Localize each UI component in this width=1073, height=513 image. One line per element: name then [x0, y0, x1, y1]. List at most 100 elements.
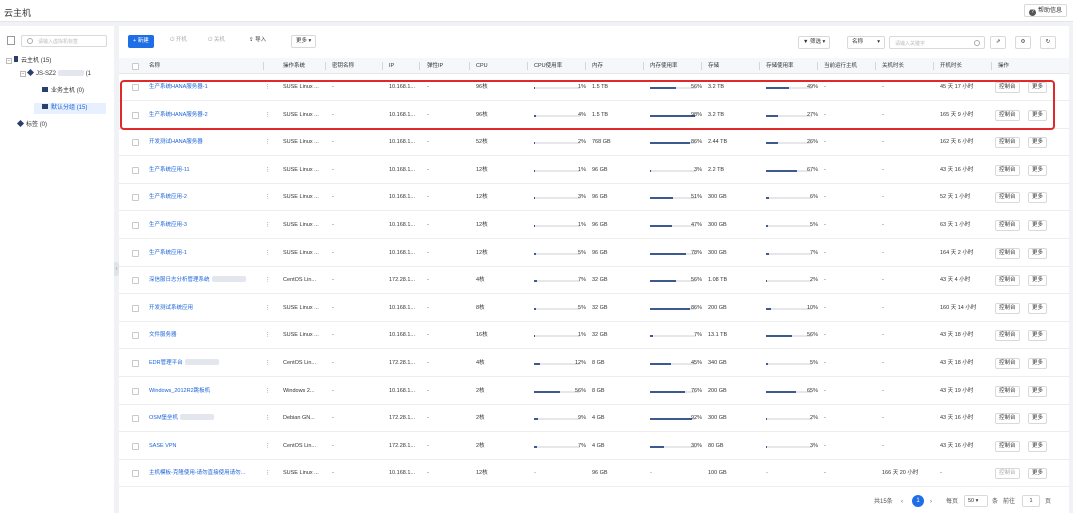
row-menu-icon[interactable]: ⋮ — [265, 295, 271, 322]
row-menu-icon[interactable]: ⋮ — [265, 350, 271, 377]
tree-item-default-group[interactable]: 默认分组 (15) — [34, 103, 106, 114]
console-button[interactable]: 控制台 — [995, 275, 1020, 287]
console-button[interactable]: 控制台 — [995, 302, 1020, 314]
host-name-link[interactable]: 生产系统HANA服务器-2 — [149, 102, 259, 129]
more-actions-button[interactable]: 更多 — [1028, 192, 1048, 204]
host-name-link[interactable]: Windows_2012R2跳板机 — [149, 378, 259, 405]
row-menu-icon[interactable]: ⋮ — [265, 129, 271, 156]
row-menu-icon[interactable]: ⋮ — [265, 267, 271, 294]
table-row[interactable]: 主机模板-克隆使用-请勿直接使用请勿... ⋮ SUSE Linux ... - 10.… — [119, 460, 1069, 488]
import-button[interactable]: ⇪ 导入 — [245, 35, 271, 48]
row-checkbox[interactable] — [132, 111, 139, 119]
row-checkbox[interactable] — [132, 332, 139, 340]
more-actions-button[interactable]: 更多 — [1028, 275, 1048, 287]
table-row[interactable]: 生产系统应用-2 ⋮ SUSE Linux ... - 10.168.1... - 12核 3… — [119, 184, 1069, 212]
table-row[interactable]: Windows_2012R2跳板机 ⋮ Windows 2... - 10.168.1.… — [119, 377, 1069, 405]
more-actions-button[interactable]: 更多 — [1028, 164, 1048, 176]
collapse-icon[interactable]: − — [20, 71, 26, 77]
host-name-link[interactable]: EDR管理平台 — [149, 350, 259, 377]
create-button[interactable]: + 新建 — [128, 35, 154, 48]
row-checkbox[interactable] — [132, 277, 139, 285]
row-checkbox[interactable] — [132, 84, 139, 91]
table-row[interactable]: 生产系统应用-11 ⋮ SUSE Linux ... - 10.168.1... - 12核… — [119, 156, 1069, 184]
host-name-link[interactable]: 生产系统应用-2 — [149, 184, 259, 211]
row-checkbox[interactable] — [132, 304, 139, 312]
row-menu-icon[interactable]: ⋮ — [265, 102, 271, 129]
row-checkbox[interactable] — [132, 166, 139, 174]
host-name-link[interactable]: SASE VPN — [149, 433, 259, 460]
column-header-name[interactable]: 名称 — [149, 58, 160, 74]
host-name-link[interactable]: 开发测试系统应用 — [149, 295, 259, 322]
power-on-button[interactable]: ⏻ 开机 — [166, 35, 191, 48]
table-row[interactable]: 生产系统HANA服务器-1 ⋮ SUSE Linux ... - 10.168.1...… — [119, 74, 1069, 101]
row-menu-icon[interactable]: ⋮ — [265, 157, 271, 184]
row-checkbox[interactable] — [132, 249, 139, 257]
per-page-select[interactable]: 50 ▾ — [964, 495, 988, 507]
settings-button[interactable]: ⚙ — [1015, 36, 1031, 49]
table-row[interactable]: 深信服日志分析管理系统 ⋮ CentOS Lin... - 172.28.1... - 4核… — [119, 267, 1069, 295]
column-header-cpu-usage[interactable]: CPU使用率 — [534, 58, 562, 74]
more-actions-button[interactable]: 更多 — [1028, 385, 1048, 397]
row-checkbox[interactable] — [132, 387, 139, 395]
column-header-memory[interactable]: 内存 — [592, 58, 603, 74]
tag-search-input[interactable]: 请输入虚拟机标签 — [21, 35, 107, 47]
console-button[interactable]: 控制台 — [995, 413, 1020, 425]
collapse-icon[interactable]: − — [6, 58, 12, 64]
power-off-button[interactable]: ⏻ 关机 — [204, 35, 229, 48]
row-checkbox[interactable] — [132, 194, 139, 202]
more-actions-button[interactable]: 更多 — [1028, 109, 1048, 121]
more-actions-button[interactable]: 更多 — [1028, 413, 1048, 425]
current-page-button[interactable]: 1 — [912, 495, 924, 507]
row-menu-icon[interactable]: ⋮ — [265, 74, 271, 101]
goto-page-input[interactable]: 1 — [1022, 495, 1040, 507]
console-button[interactable]: 控制台 — [995, 247, 1020, 259]
help-button[interactable]: ? 帮助信息 — [1023, 4, 1067, 17]
more-dropdown[interactable]: 更多 ▾ — [291, 35, 317, 48]
column-header-eip[interactable]: 弹性IP — [427, 58, 443, 74]
row-menu-icon[interactable]: ⋮ — [265, 184, 271, 211]
table-row[interactable]: OSM堡垒机 ⋮ Debian GN... - 172.28.1... - 2核 9% 4 GB… — [119, 405, 1069, 433]
table-row[interactable]: 生产系统应用-1 ⋮ SUSE Linux ... - 10.168.1... - 12核 5… — [119, 239, 1069, 267]
row-checkbox[interactable] — [132, 415, 139, 423]
console-button[interactable]: 控制台 — [995, 164, 1020, 176]
host-name-link[interactable]: 生产系统HANA服务器-1 — [149, 74, 259, 101]
more-actions-button[interactable]: 更多 — [1028, 220, 1048, 231]
more-actions-button[interactable]: 更多 — [1028, 82, 1048, 93]
column-header-memory-usage[interactable]: 内存使用率 — [650, 58, 678, 74]
row-menu-icon[interactable]: ⋮ — [265, 460, 271, 487]
tree-toggle-icon[interactable] — [7, 36, 15, 45]
host-name-link[interactable]: OSM堡垒机 — [149, 405, 259, 432]
host-name-link[interactable]: 生产系统应用-3 — [149, 212, 259, 239]
row-checkbox[interactable] — [132, 222, 139, 229]
row-menu-icon[interactable]: ⋮ — [265, 212, 271, 239]
table-row[interactable]: 生产系统HANA服务器-2 ⋮ SUSE Linux ... - 10.168.1...… — [119, 101, 1069, 129]
row-menu-icon[interactable]: ⋮ — [265, 433, 271, 460]
tree-item-business-hosts[interactable]: 业务主机 (0) — [42, 86, 84, 97]
table-row[interactable]: SASE VPN ⋮ CentOS Lin... - 172.28.1... - 2核 7% 4… — [119, 432, 1069, 460]
console-button[interactable]: 控制台 — [995, 440, 1020, 452]
host-name-link[interactable]: 生产系统应用-11 — [149, 157, 259, 184]
row-menu-icon[interactable]: ⋮ — [265, 405, 271, 432]
row-checkbox[interactable] — [132, 470, 139, 478]
field-select[interactable]: 名称 ▾ — [847, 36, 885, 49]
row-menu-icon[interactable]: ⋮ — [265, 240, 271, 267]
tree-item-tags[interactable]: 标签 (0) — [16, 119, 47, 131]
select-all-checkbox[interactable] — [132, 63, 139, 70]
host-name-link[interactable]: 深信服日志分析管理系统 — [149, 267, 259, 294]
console-button[interactable]: 控制台 — [995, 137, 1020, 149]
next-page-button[interactable]: › — [930, 496, 932, 508]
more-actions-button[interactable]: 更多 — [1028, 330, 1048, 342]
column-header-down-time[interactable]: 关机时长 — [882, 58, 904, 74]
console-button[interactable]: 控制台 — [995, 385, 1020, 397]
tree-item-cloud-hosts[interactable]: − 云主机 (15) — [6, 56, 51, 67]
more-actions-button[interactable]: 更多 — [1028, 440, 1048, 452]
keyword-search-input[interactable]: 请输入关键字 — [889, 36, 985, 49]
more-actions-button[interactable]: 更多 — [1028, 302, 1048, 314]
refresh-button[interactable]: ↻ — [1040, 36, 1056, 49]
row-checkbox[interactable] — [132, 360, 139, 367]
host-name-link[interactable]: 文件服务器 — [149, 322, 259, 349]
more-actions-button[interactable]: 更多 — [1028, 358, 1048, 369]
column-header-ip[interactable]: IP — [389, 58, 394, 74]
more-actions-button[interactable]: 更多 — [1028, 468, 1048, 480]
filter-button[interactable]: ▼ 筛选 ▾ — [798, 36, 831, 49]
